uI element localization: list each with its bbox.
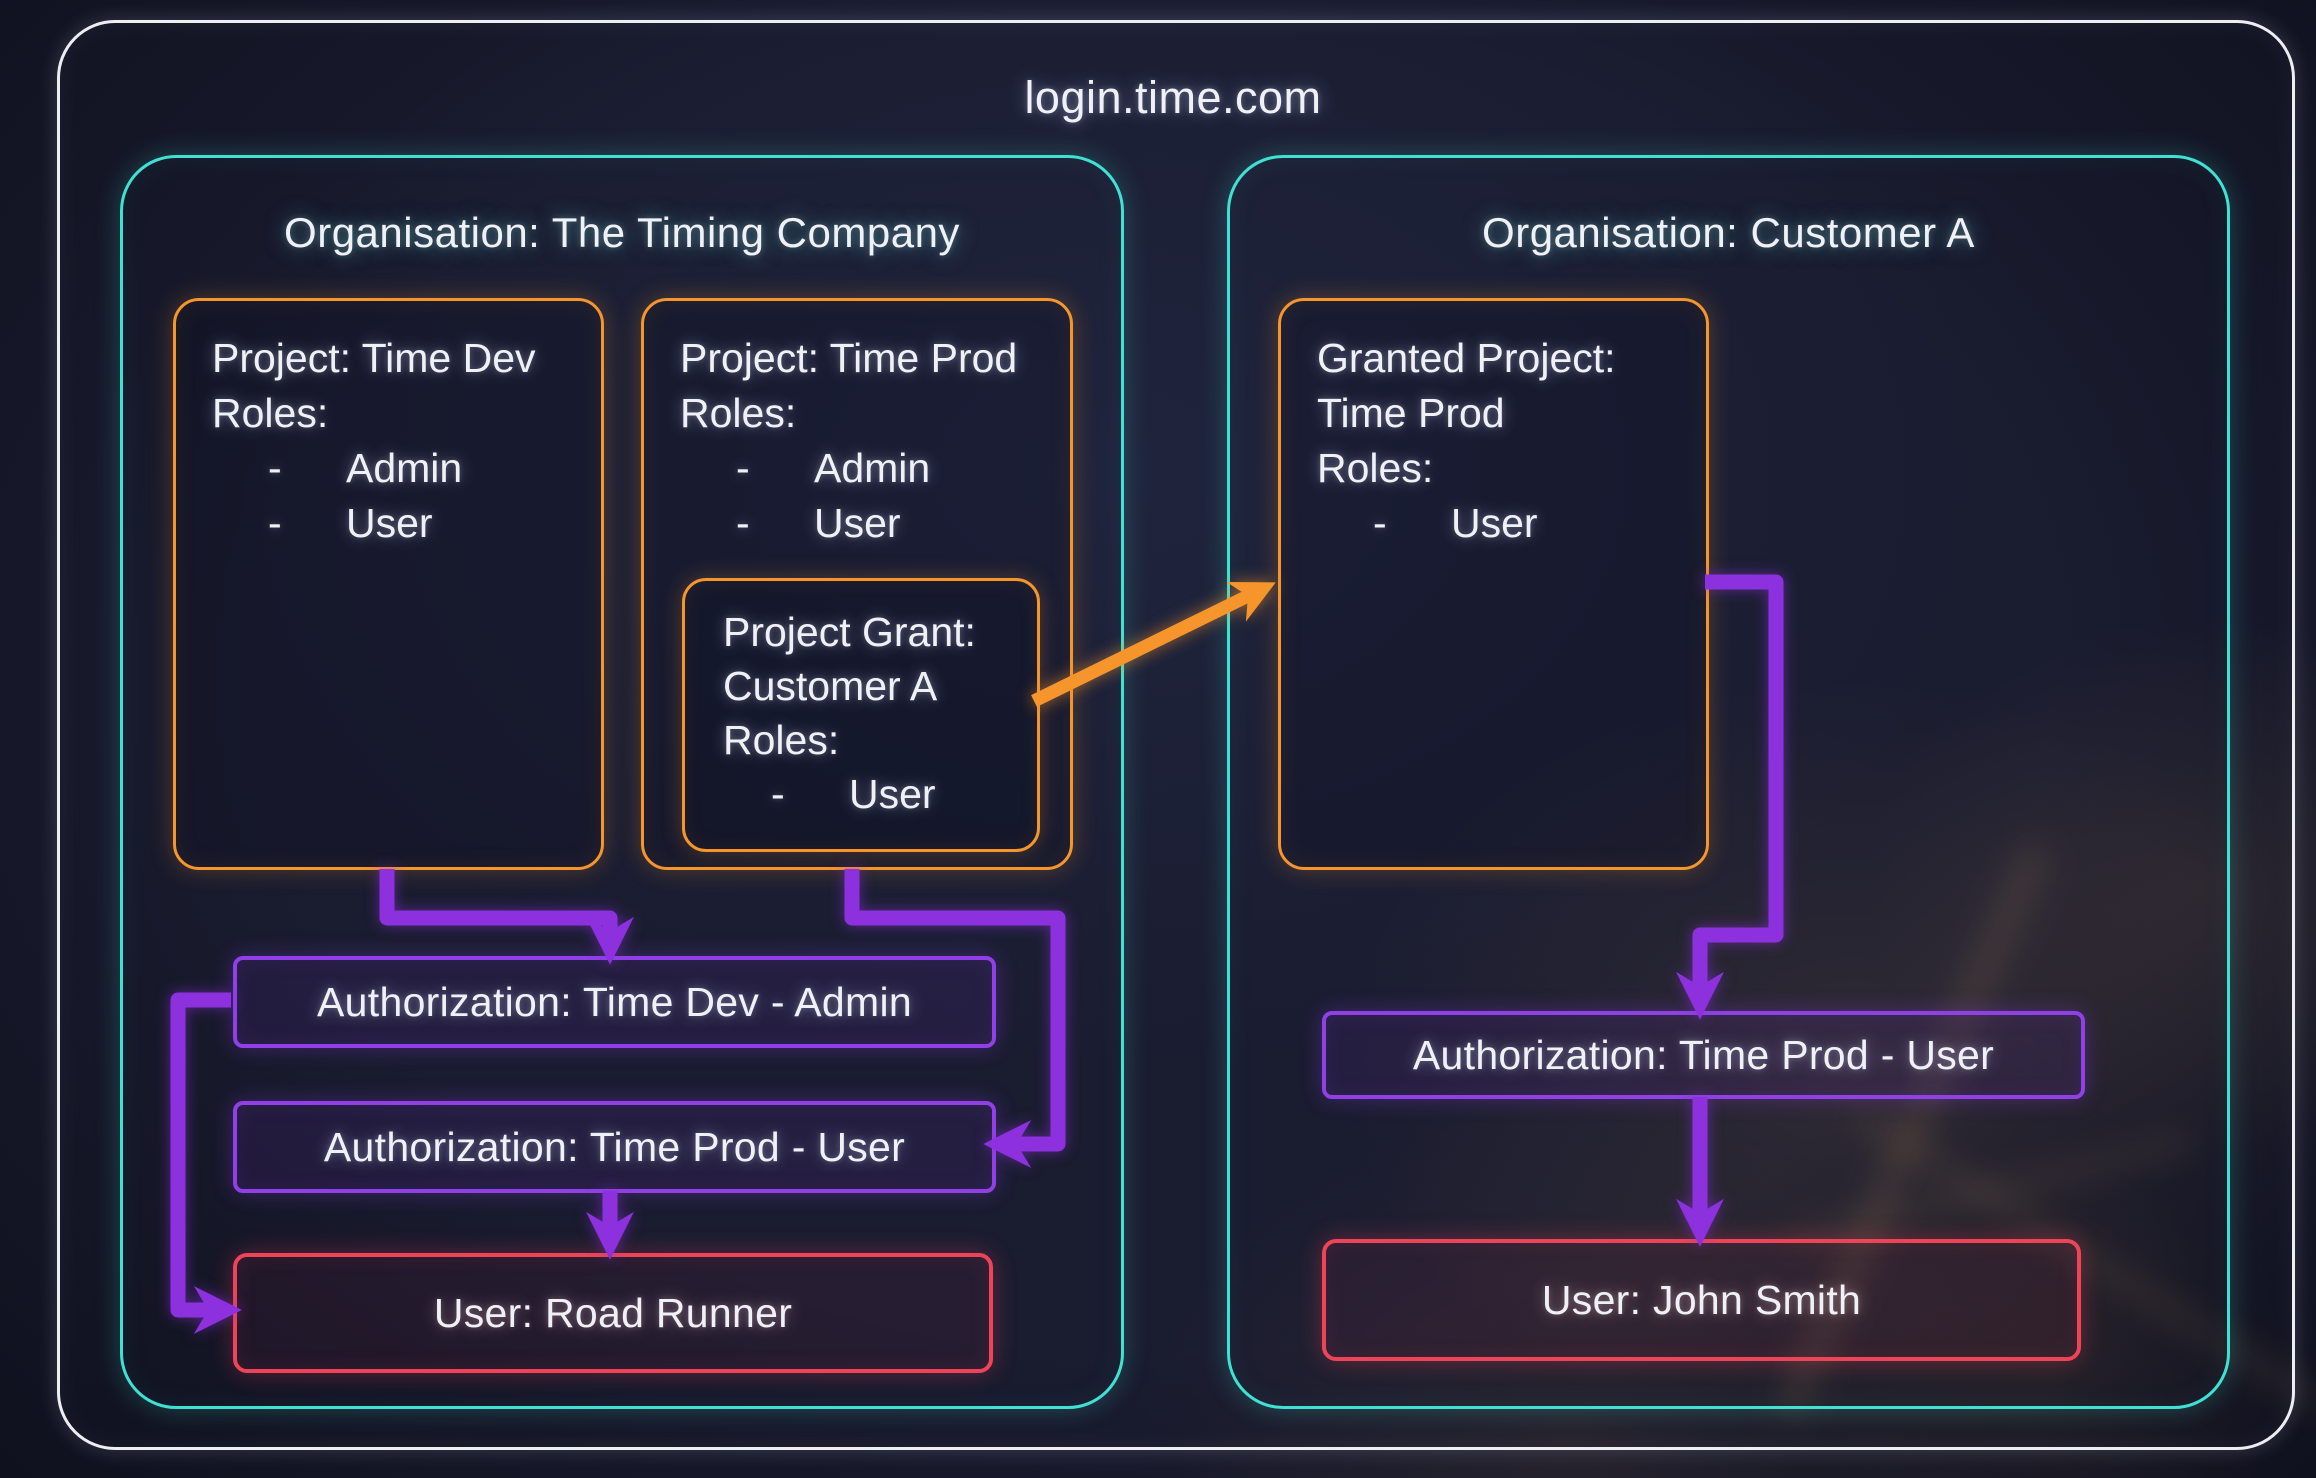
dash-bullet: - (736, 441, 814, 496)
project-grant-title-line2: Customer A (723, 659, 1017, 713)
diagram-canvas: login.time.com Organisation: The Timing … (0, 0, 2316, 1478)
user-john-smith-box: User: John Smith (1322, 1239, 2081, 1361)
role-name: User (814, 496, 901, 551)
role-name: Admin (346, 441, 462, 496)
granted-project-title-line2: Time Prod (1317, 386, 1676, 441)
role-name: User (849, 767, 936, 821)
page-title: login.time.com (57, 66, 2289, 130)
user-label: User: Road Runner (434, 1290, 792, 1337)
roles-label: Roles: (723, 713, 1017, 767)
dash-bullet: - (1373, 496, 1451, 551)
role-item: - User (268, 496, 571, 551)
user-road-runner-box: User: Road Runner (233, 1253, 993, 1373)
authorization-time-dev-admin-box: Authorization: Time Dev - Admin (233, 956, 996, 1048)
project-grant-customer-a-box: Project Grant: Customer A Roles: - User (682, 578, 1040, 852)
role-item: - Admin (736, 441, 1040, 496)
organisation-timing-company-box: Organisation: The Timing Company Project… (120, 155, 1124, 1409)
roles-label: Roles: (1317, 441, 1676, 496)
organisation-customer-a-title: Organisation: Customer A (1230, 202, 2227, 264)
role-item: - User (1373, 496, 1676, 551)
role-item: - User (771, 767, 1017, 821)
organisation-customer-a-box: Organisation: Customer A Granted Project… (1227, 155, 2230, 1409)
dash-bullet: - (268, 441, 346, 496)
role-item: - Admin (268, 441, 571, 496)
role-name: User (1451, 496, 1538, 551)
dash-bullet: - (736, 496, 814, 551)
project-time-dev-title: Project: Time Dev (212, 331, 571, 386)
authorization-time-prod-user-box: Authorization: Time Prod - User (233, 1101, 996, 1193)
role-item: - User (736, 496, 1040, 551)
organisation-timing-company-title: Organisation: The Timing Company (123, 202, 1121, 264)
project-time-prod-title: Project: Time Prod (680, 331, 1040, 386)
project-grant-title-line1: Project Grant: (723, 605, 1017, 659)
authorization-label: Authorization: Time Prod - User (324, 1124, 905, 1171)
authorization-time-prod-user-customer-box: Authorization: Time Prod - User (1322, 1011, 2085, 1099)
dash-bullet: - (771, 767, 849, 821)
authorization-label: Authorization: Time Dev - Admin (317, 979, 912, 1026)
roles-label: Roles: (680, 386, 1040, 441)
role-name: User (346, 496, 433, 551)
user-label: User: John Smith (1542, 1277, 1861, 1324)
roles-label: Roles: (212, 386, 571, 441)
dash-bullet: - (268, 496, 346, 551)
authorization-label: Authorization: Time Prod - User (1413, 1032, 1994, 1079)
granted-project-time-prod-box: Granted Project: Time Prod Roles: - User (1278, 298, 1709, 870)
role-name: Admin (814, 441, 930, 496)
project-time-dev-box: Project: Time Dev Roles: - Admin - User (173, 298, 604, 870)
project-time-prod-box: Project: Time Prod Roles: - Admin - User… (641, 298, 1073, 870)
granted-project-title-line1: Granted Project: (1317, 331, 1676, 386)
